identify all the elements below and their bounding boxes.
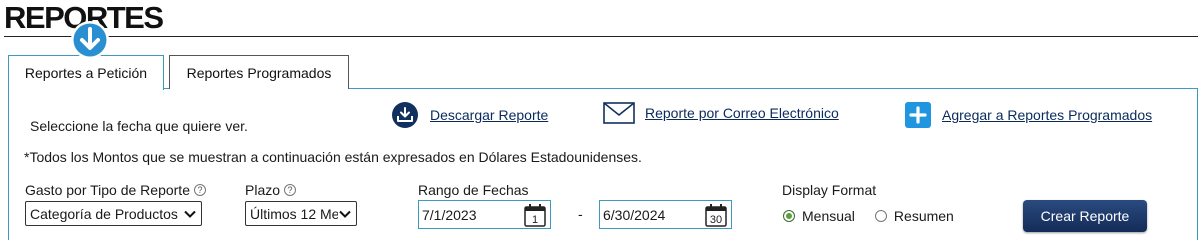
help-icon[interactable]: ? <box>194 184 206 196</box>
help-icon[interactable]: ? <box>284 184 297 196</box>
create-report-button[interactable]: Crear Reporte <box>1023 200 1147 232</box>
date-range-label: Rango de Fechas <box>418 182 529 198</box>
expense-type-select[interactable]: Categoría de Productos <box>25 201 202 226</box>
arrow-down-circle-icon <box>71 21 109 59</box>
download-icon <box>392 102 418 128</box>
add-scheduled-action[interactable]: Agregar a Reportes Programados <box>904 102 1152 128</box>
radio-summary-label[interactable]: Resumen <box>894 208 954 224</box>
date-separator: - <box>578 206 583 222</box>
calendar-day: 30 <box>710 214 722 226</box>
download-report-link[interactable]: Descargar Reporte <box>430 107 548 123</box>
radio-monthly-label[interactable]: Mensual <box>802 208 855 224</box>
email-report-link[interactable]: Reporte por Correo Electrónico <box>645 105 839 121</box>
add-scheduled-link[interactable]: Agregar a Reportes Programados <box>942 107 1152 123</box>
tab-scheduled-reports[interactable]: Reportes Programados <box>169 55 349 89</box>
expense-type-label: Gasto por Tipo de Reporte ? <box>25 182 206 198</box>
radio-monthly[interactable] <box>783 210 795 222</box>
email-report-action[interactable]: Reporte por Correo Electrónico <box>603 102 839 124</box>
calendar-day: 1 <box>532 214 538 226</box>
instructions-text: Seleccione la fecha que quiere ver. <box>30 118 248 134</box>
calendar-icon[interactable]: 1 <box>524 203 546 227</box>
end-date-input[interactable]: 6/30/2024 30 <box>599 200 732 229</box>
plus-icon <box>905 102 931 128</box>
currency-note: *Todos los Montos que se muestran a cont… <box>24 149 642 165</box>
chevron-down-icon <box>184 210 196 218</box>
start-date-input[interactable]: 7/1/2023 1 <box>418 200 551 229</box>
display-format-group: Mensual Resumen <box>783 208 954 224</box>
download-report-action[interactable]: Descargar Reporte <box>390 102 548 128</box>
display-format-label: Display Format <box>782 182 877 198</box>
term-label: Plazo ? <box>245 182 297 198</box>
title-divider <box>4 36 1198 37</box>
chevron-down-icon <box>339 210 351 218</box>
tab-on-demand-reports[interactable]: Reportes a Petición <box>8 55 164 90</box>
radio-summary[interactable] <box>874 210 887 222</box>
term-select[interactable]: Últimos 12 Meses <box>245 201 357 226</box>
envelope-icon <box>603 102 635 124</box>
calendar-icon[interactable]: 30 <box>705 203 727 227</box>
